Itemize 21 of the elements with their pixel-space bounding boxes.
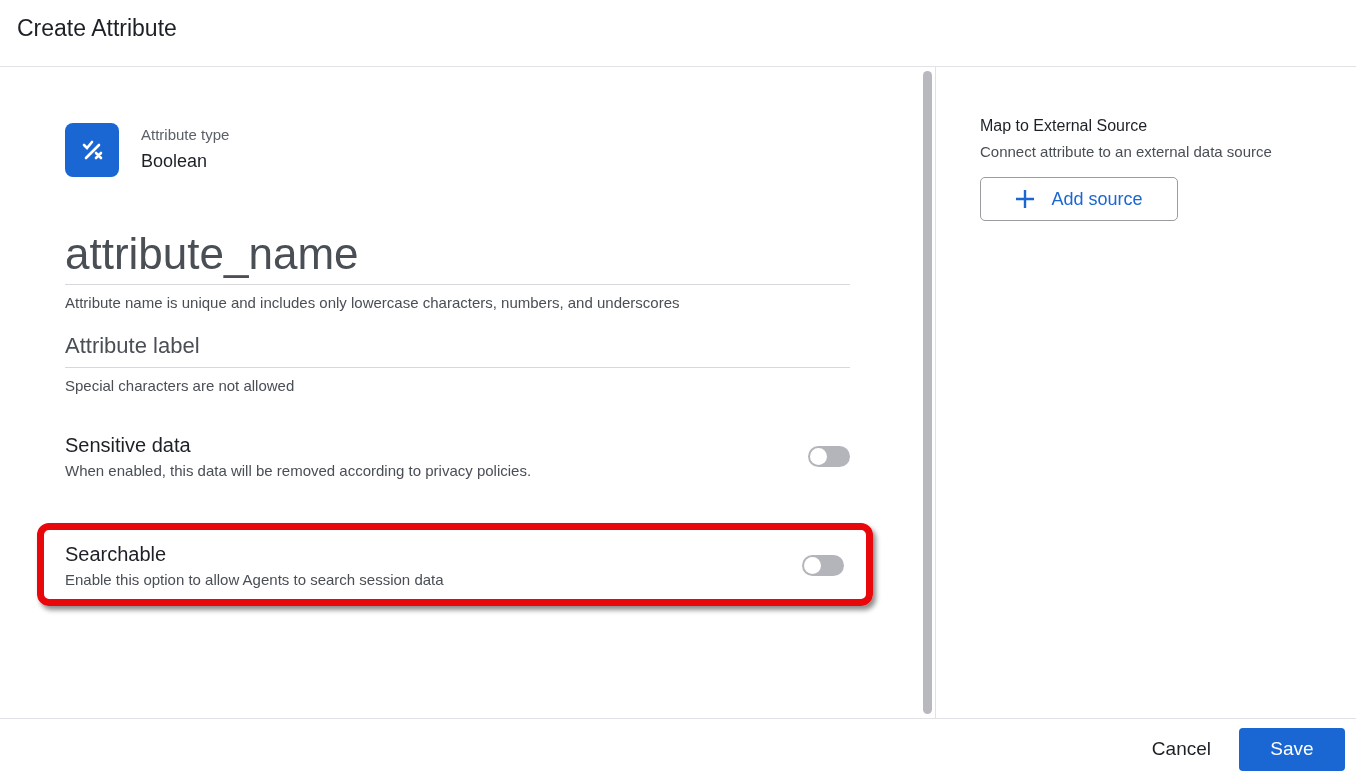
section-title: Map to External Source (980, 117, 1149, 135)
toggle-title: Searchable (65, 543, 168, 566)
toggle-switch[interactable] (802, 555, 844, 576)
boolean-type-icon (65, 123, 119, 177)
type-label: Attribute type (141, 126, 230, 143)
type-value: Boolean (141, 151, 209, 172)
name-field[interactable]: attribute_name (65, 223, 850, 285)
cancel-button[interactable]: Cancel (1145, 737, 1217, 761)
helper-text: Attribute name is unique and includes only lowercase characters, numbers, and underscores (65, 294, 681, 311)
section-description: Connect attribute to an external data source (980, 143, 1273, 160)
toggle-switch[interactable] (808, 446, 850, 467)
dialog-title: Create Attribute (17, 14, 177, 43)
helper-text: Special characters are not allowed (65, 377, 296, 394)
scrollbar-thumb[interactable] (922, 71, 932, 714)
plus-icon (1015, 189, 1036, 209)
toggle-description: Enable this option to allow Agents to search session data (65, 571, 444, 588)
save-button[interactable]: Save (1239, 727, 1345, 771)
add-source-button[interactable]: Add source (980, 177, 1178, 221)
toggle-title: Sensitive data (65, 434, 192, 457)
toggle-description: When enabled, this data will be removed according to privacy policies. (65, 462, 532, 479)
label-field[interactable]: Attribute label (65, 325, 850, 368)
